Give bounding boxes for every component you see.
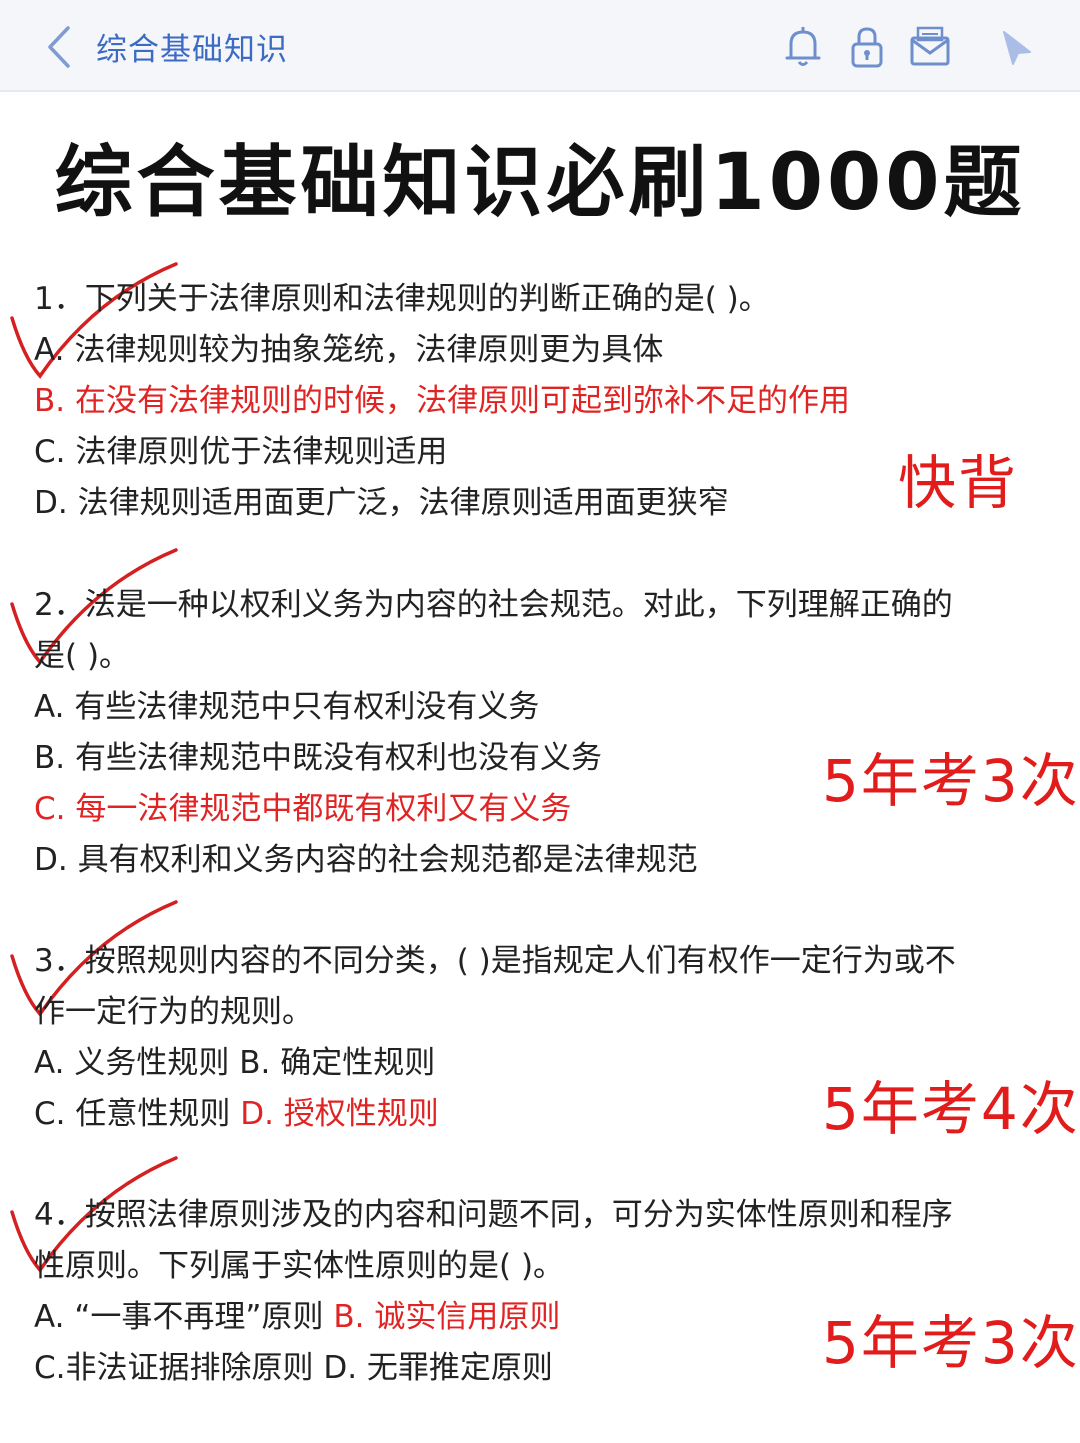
question-stem: 2．法是一种以权利义务为内容的社会规范。对此，下列理解正确的 (34, 587, 953, 623)
option-a: A. 有些法律规范中只有权利没有义务 (34, 689, 540, 725)
mail-icon[interactable] (906, 22, 956, 72)
lock-icon[interactable] (842, 22, 892, 72)
option-d: D. 具有权利和义务内容的社会规范都是法律规范 (34, 842, 698, 878)
option-d: D. 法律规则适用面更广泛，法律原则适用面更狭窄 (34, 485, 729, 521)
option-c: C. 法律原则优于法律规则适用 (34, 434, 448, 470)
cursor-icon[interactable] (992, 22, 1042, 72)
question-2: 2．法是一种以权利义务为内容的社会规范。对此，下列理解正确的 是( )。 A. … (34, 580, 1044, 886)
option-a: A. “一事不再理”原则 (34, 1299, 334, 1335)
note-stamp: 快背 (898, 449, 1019, 517)
question-stem-cont: 是( )。 (34, 638, 131, 674)
question-stem: 1．下列关于法律原则和法律规则的判断正确的是( )。 (34, 281, 770, 317)
page-title: 综合基础知识必刷1000题 (54, 138, 1026, 228)
question-stem: 4．按照法律原则涉及的内容和问题不同，可分为实体性原则和程序 (34, 1197, 953, 1233)
question-1: 1．下列关于法律原则和法律规则的判断正确的是( )。 A. 法律规则较为抽象笼统… (34, 274, 1044, 529)
question-stem: 3．按照规则内容的不同分类，( )是指规定人们有权作一定行为或不 (34, 943, 956, 979)
option-c: C. 任意性规则 (34, 1096, 241, 1132)
option-a: A. 法律规则较为抽象笼统，法律原则更为具体 (34, 332, 664, 368)
question-stem-cont: 作一定行为的规则。 (34, 994, 313, 1030)
note-stamp: 5年考3次 (822, 747, 1080, 815)
top-bar: 综合基础知识 (0, 0, 1080, 92)
note-stamp: 5年考3次 (822, 1309, 1080, 1377)
option-b-answer: B. 诚实信用原则 (333, 1299, 561, 1335)
bell-icon[interactable] (778, 22, 828, 72)
note-stamp: 5年考4次 (822, 1075, 1080, 1143)
header-title: 综合基础知识 (96, 32, 288, 68)
back-arrow-icon[interactable] (38, 22, 84, 72)
question-stem-cont: 性原则。下列属于实体性原则的是( )。 (34, 1248, 565, 1284)
option-d-answer: D. 授权性规则 (240, 1096, 439, 1132)
option-b-answer: B. 在没有法律规则的时候，法律原则可起到弥补不足的作用 (34, 383, 850, 419)
